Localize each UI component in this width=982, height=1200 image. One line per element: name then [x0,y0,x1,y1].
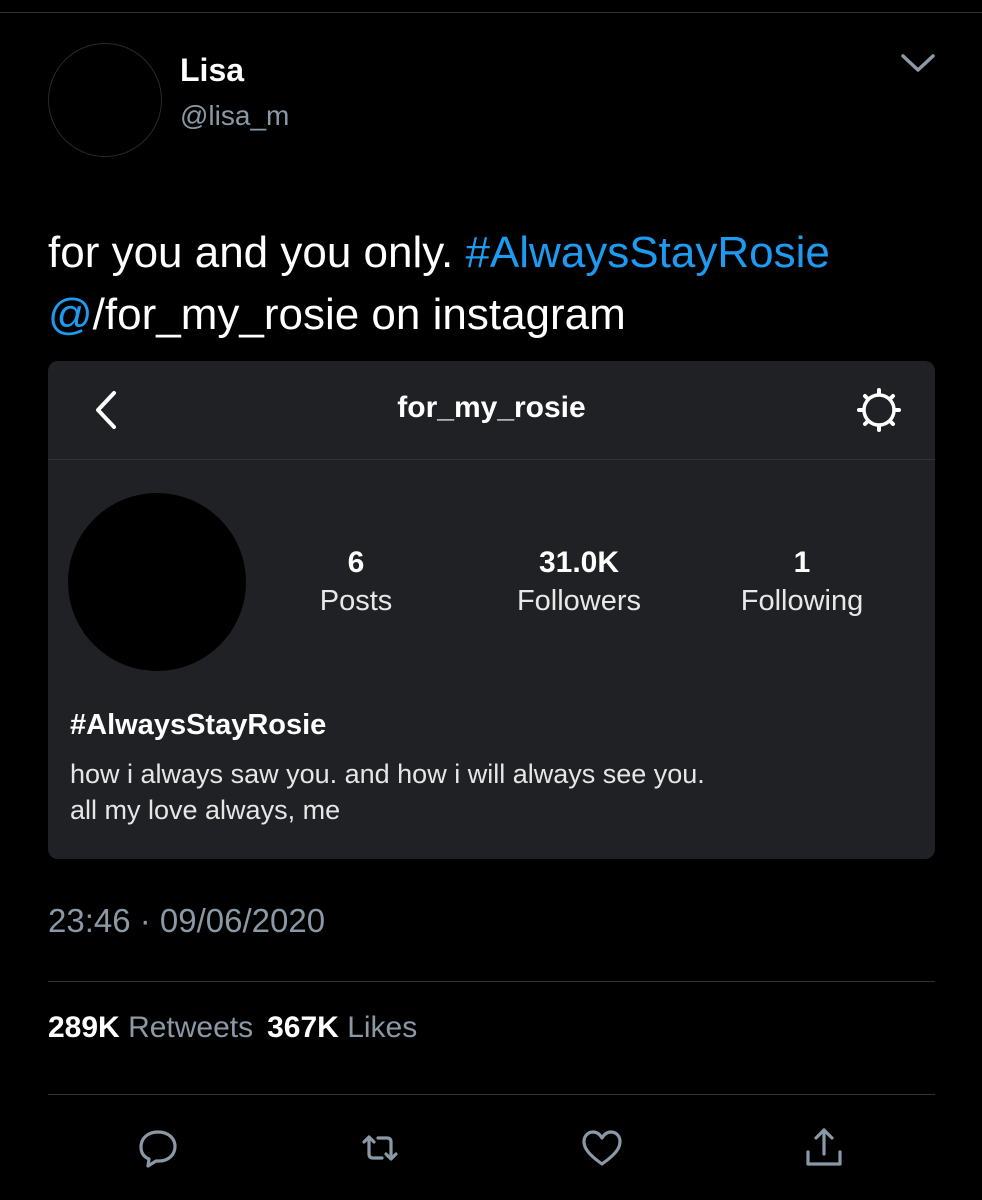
reply-icon[interactable] [132,1122,184,1174]
retweets-stat[interactable]: 289K Retweets [48,1011,253,1044]
instagram-username: for_my_rosie [397,391,586,424]
likes-stat[interactable]: 367K Likes [267,1011,417,1044]
tweet-timestamp[interactable]: 23:46 · 09/06/2020 [48,902,325,940]
divider [48,981,935,982]
stat-following: 1 Following [702,545,902,621]
instagram-profile-image[interactable]: for_my_rosie 6 Posts 31.0K Followers 1 F… [48,361,935,859]
hashtag-link[interactable]: #AlwaysStayRosie [465,228,829,277]
author-handle[interactable]: @lisa_m [180,100,289,132]
tweet-text: for you and you only. #AlwaysStayRosie @/… [48,222,948,346]
engagement-stats: 289K Retweets 367K Likes [48,1011,417,1045]
likes-label: Likes [347,1011,418,1044]
stat-posts-label: Posts [319,585,393,617]
stat-following-value: 1 [793,546,811,579]
stat-following-label: Following [740,585,864,617]
top-divider [0,12,982,13]
bio-line: how i always saw you. and how i will alw… [70,759,705,789]
gear-icon [854,385,904,435]
stat-posts-value: 6 [347,546,365,579]
stat-followers: 31.0K Followers [479,545,679,621]
retweets-count: 289K [48,1011,120,1044]
tweet-text-part1: for you and you only. [48,228,466,277]
share-icon[interactable] [798,1122,850,1174]
mention-link[interactable]: @ [48,290,93,339]
author-avatar[interactable] [48,43,162,157]
author-display-name[interactable]: Lisa [180,52,244,89]
retweets-label: Retweets [128,1011,254,1044]
divider [48,1094,935,1095]
tweet-text-part2: /for_my_rosie on instagram [92,290,626,339]
stat-posts: 6 Posts [256,545,456,621]
instagram-avatar [68,493,246,671]
likes-count: 367K [267,1011,339,1044]
retweet-icon[interactable] [354,1122,406,1174]
bio-name: #AlwaysStayRosie [70,709,327,741]
chevron-down-icon[interactable] [898,48,938,78]
heart-icon[interactable] [576,1122,628,1174]
stat-followers-label: Followers [516,585,642,617]
bio-line: all my love always, me [70,795,341,825]
stat-followers-value: 31.0K [538,546,620,579]
instagram-header: for_my_rosie [48,361,935,460]
